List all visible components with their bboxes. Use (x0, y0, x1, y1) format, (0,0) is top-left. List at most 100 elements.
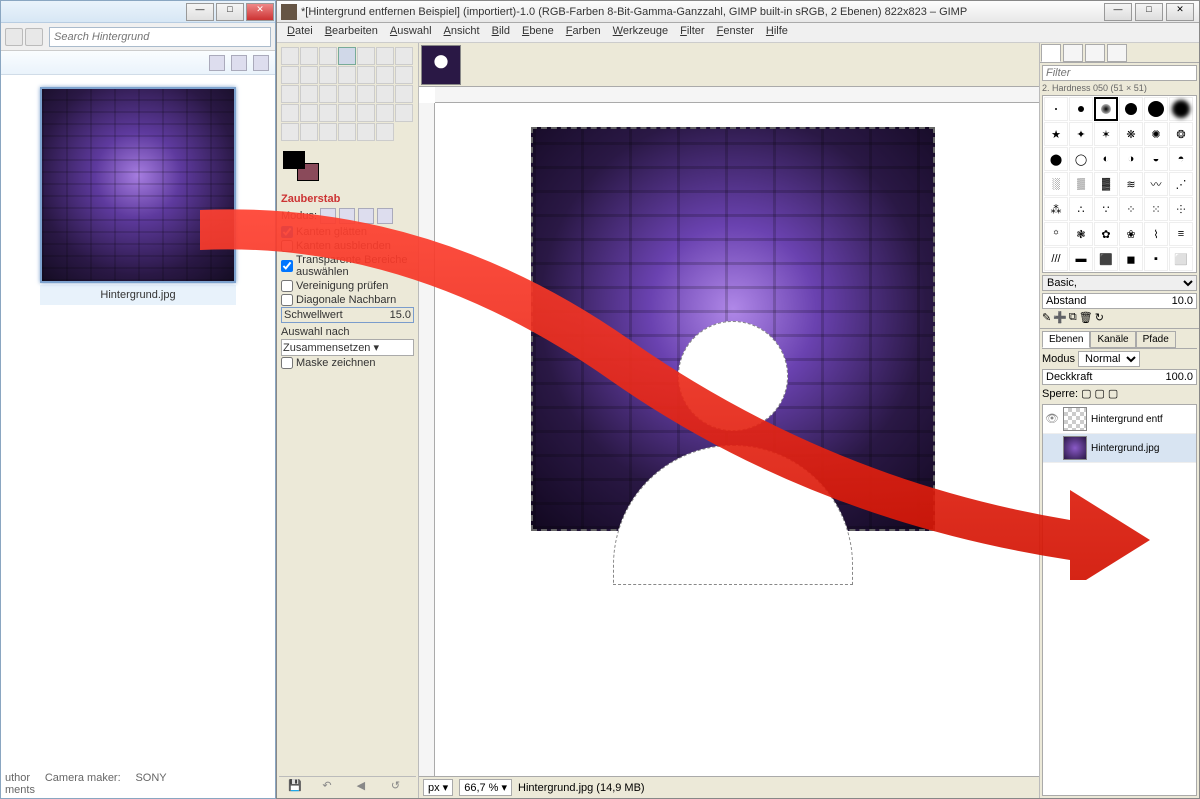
diagonal-checkbox[interactable] (281, 294, 293, 306)
save-options-icon[interactable]: 💾 (288, 779, 304, 795)
close-button[interactable]: ✕ (246, 3, 274, 21)
brush-item[interactable]: ◑ (1119, 147, 1143, 171)
color-swatch[interactable] (283, 151, 319, 181)
heal-tool-icon[interactable] (319, 123, 337, 141)
tab-pfade[interactable]: Pfade (1136, 331, 1176, 348)
scissors-tool-icon[interactable] (376, 47, 394, 65)
brush-item[interactable]: ⬜ (1169, 247, 1193, 271)
fuzzy-select-tool-icon[interactable] (338, 47, 356, 65)
tab-ebenen[interactable]: Ebenen (1042, 331, 1090, 348)
text-tool-icon[interactable] (281, 104, 299, 122)
warp-tool-icon[interactable] (395, 85, 413, 103)
canvas[interactable] (435, 103, 1039, 776)
brush-item[interactable]: ⁙ (1144, 197, 1168, 221)
measure-tool-icon[interactable] (338, 66, 356, 84)
blur-tool-icon[interactable] (357, 123, 375, 141)
brush-item[interactable]: ⁘ (1119, 197, 1143, 221)
brush-item[interactable]: /// (1044, 247, 1068, 271)
edit-brush-icon[interactable]: ✎ (1042, 311, 1051, 324)
brush-item[interactable]: ◼ (1119, 247, 1143, 271)
ink-tool-icon[interactable] (281, 123, 299, 141)
brush-item[interactable]: ✺ (1144, 122, 1168, 146)
menu-ansicht[interactable]: Ansicht (438, 23, 486, 42)
brush-item[interactable]: ⁂ (1044, 197, 1068, 221)
brush-item[interactable]: ▬ (1069, 247, 1093, 271)
brush-item[interactable]: 〰 (1144, 172, 1168, 196)
brush-item[interactable]: ✦ (1069, 122, 1093, 146)
shear-tool-icon[interactable] (319, 85, 337, 103)
rotate-tool-icon[interactable] (281, 85, 299, 103)
brush-item[interactable]: ✶ (1094, 122, 1118, 146)
threshold-input[interactable]: Schwellwert15.0 (281, 307, 414, 323)
perspective-tool-icon[interactable] (338, 85, 356, 103)
flip-tool-icon[interactable] (357, 85, 375, 103)
foreground-select-tool-icon[interactable] (395, 47, 413, 65)
layer-item[interactable]: 👁 Hintergrund entf (1043, 405, 1196, 434)
brush-item[interactable]: ❀ (1119, 222, 1143, 246)
free-select-tool-icon[interactable] (319, 47, 337, 65)
rect-select-tool-icon[interactable] (281, 47, 299, 65)
reset-options-icon[interactable]: ↺ (391, 779, 407, 795)
file-thumbnail[interactable]: Hintergrund.jpg (40, 87, 236, 305)
menu-werkzeuge[interactable]: Werkzeuge (607, 23, 674, 42)
brush-item[interactable]: ꙳ (1044, 222, 1068, 246)
brush-item[interactable]: ░ (1044, 172, 1068, 196)
delete-brush-icon[interactable]: 🗑 (1079, 311, 1093, 324)
cage-tool-icon[interactable] (376, 85, 394, 103)
brush-item[interactable] (1119, 97, 1143, 121)
new-brush-icon[interactable]: ➕ (1053, 311, 1067, 324)
ellipse-select-tool-icon[interactable] (300, 47, 318, 65)
fonts-tab-icon[interactable] (1085, 44, 1105, 62)
sample-merged-checkbox[interactable] (281, 280, 293, 292)
gimp-maximize-button[interactable]: □ (1135, 3, 1163, 21)
gradient-tool-icon[interactable] (319, 104, 337, 122)
maximize-button[interactable]: □ (216, 3, 244, 21)
mode-add-icon[interactable] (339, 208, 355, 224)
dodge-tool-icon[interactable] (376, 123, 394, 141)
align-tool-icon[interactable] (376, 66, 394, 84)
history-tab-icon[interactable] (1107, 44, 1127, 62)
blend-mode-select[interactable]: Normal (1078, 351, 1140, 367)
mode-replace-icon[interactable] (320, 208, 336, 224)
menu-filter[interactable]: Filter (674, 23, 710, 42)
refresh-brush-icon[interactable]: ↻ (1095, 311, 1104, 324)
menu-fenster[interactable]: Fenster (711, 23, 760, 42)
delete-options-icon[interactable]: ◀ (357, 779, 373, 795)
lock-pixels-icon[interactable]: ▢ (1081, 387, 1091, 400)
menu-bearbeiten[interactable]: Bearbeiten (319, 23, 384, 42)
visibility-icon[interactable]: 👁 (1045, 412, 1059, 426)
brush-spacing-input[interactable]: Abstand10.0 (1042, 293, 1197, 309)
brush-item[interactable] (1044, 97, 1068, 121)
brush-item[interactable]: ❋ (1119, 122, 1143, 146)
bucket-fill-tool-icon[interactable] (300, 104, 318, 122)
unit-selector[interactable]: px ▾ (423, 779, 453, 796)
color-select-tool-icon[interactable] (357, 47, 375, 65)
brush-item[interactable]: ◓ (1169, 147, 1193, 171)
brush-item[interactable]: ≡ (1169, 222, 1193, 246)
patterns-tab-icon[interactable] (1063, 44, 1083, 62)
brush-item[interactable]: ⬤ (1044, 147, 1068, 171)
menu-farben[interactable]: Farben (560, 23, 607, 42)
brush-item[interactable]: ∴ (1069, 197, 1093, 221)
pencil-tool-icon[interactable] (338, 104, 356, 122)
refresh-icon[interactable] (25, 28, 43, 46)
paths-tool-icon[interactable] (281, 66, 299, 84)
clone-tool-icon[interactable] (300, 123, 318, 141)
feather-checkbox[interactable] (281, 240, 293, 252)
menu-datei[interactable]: Datei (281, 23, 319, 42)
brush-item[interactable]: ⋰ (1169, 172, 1193, 196)
brush-item[interactable] (1069, 97, 1093, 121)
fg-color-icon[interactable] (283, 151, 305, 169)
zoom-selector[interactable]: 66,7 % ▾ (459, 779, 512, 796)
draw-mask-checkbox[interactable] (281, 357, 293, 369)
image-tab[interactable] (421, 45, 461, 85)
brushes-tab-icon[interactable] (1041, 44, 1061, 62)
lock-position-icon[interactable]: ▢ (1094, 387, 1104, 400)
gimp-minimize-button[interactable]: — (1104, 3, 1132, 21)
brush-item[interactable]: ◯ (1069, 147, 1093, 171)
brush-item[interactable]: ▓ (1094, 172, 1118, 196)
brush-item[interactable]: ▒ (1069, 172, 1093, 196)
opacity-input[interactable]: Deckkraft100.0 (1042, 369, 1197, 385)
airbrush-tool-icon[interactable] (395, 104, 413, 122)
brush-item[interactable] (1144, 97, 1168, 121)
